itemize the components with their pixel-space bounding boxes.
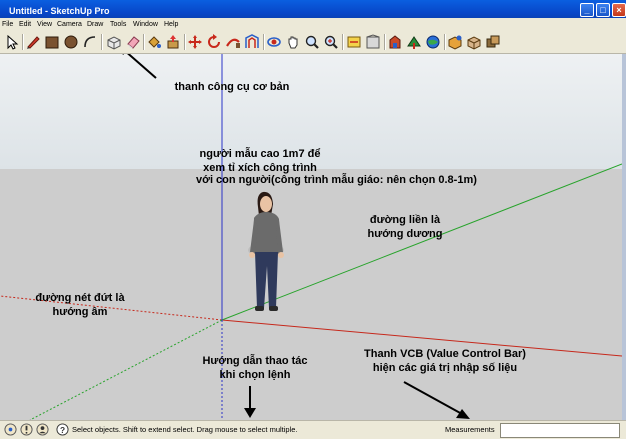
orbit-icon[interactable] bbox=[266, 34, 282, 50]
geo-location-icon[interactable] bbox=[4, 423, 17, 436]
annotation-person-1: người mẫu cao 1m7 để bbox=[199, 148, 321, 160]
get-models-icon[interactable] bbox=[425, 34, 441, 50]
svg-text:?: ? bbox=[60, 425, 65, 435]
arrow-to-vcb bbox=[403, 381, 470, 419]
close-button[interactable]: × bbox=[612, 3, 626, 17]
annotation-dashed-line-1: đường nét đứt là bbox=[35, 292, 125, 304]
status-bar: ? Select objects. Shift to extend select… bbox=[0, 420, 626, 439]
main-toolbar bbox=[0, 31, 626, 54]
section-plane-icon[interactable] bbox=[346, 34, 362, 50]
measurements-label: Measurements bbox=[445, 425, 495, 434]
layout-icon[interactable] bbox=[466, 34, 482, 50]
push-pull-icon[interactable] bbox=[165, 34, 181, 50]
pan-icon[interactable] bbox=[285, 34, 301, 50]
arc-icon[interactable] bbox=[82, 34, 98, 50]
window-title: Untitled - SketchUp Pro bbox=[9, 6, 110, 16]
annotation-vcb-1: Thanh VCB (Value Control Bar) bbox=[364, 348, 526, 360]
paint-bucket-icon[interactable] bbox=[146, 34, 162, 50]
annotation-hint-1: Hướng dẫn thao tác bbox=[202, 355, 308, 367]
toolbar-separator bbox=[143, 34, 145, 50]
menu-edit[interactable]: Edit bbox=[19, 18, 31, 31]
toolbar-separator bbox=[444, 34, 446, 50]
minimize-button[interactable]: _ bbox=[580, 3, 594, 17]
rotate-icon[interactable] bbox=[206, 34, 222, 50]
menu-view[interactable]: View bbox=[37, 18, 52, 31]
annotation-solid-line-1: đường liền là bbox=[369, 214, 441, 226]
sketchup-window: Untitled - SketchUp Pro _ □ × File Edit … bbox=[0, 0, 626, 439]
share-model-icon[interactable] bbox=[406, 34, 422, 50]
select-icon[interactable] bbox=[4, 34, 20, 50]
menu-draw[interactable]: Draw bbox=[87, 18, 103, 31]
extension-warehouse-icon[interactable] bbox=[447, 34, 463, 50]
offset-icon[interactable] bbox=[244, 34, 260, 50]
annotation-toolbar-note: thanh công cụ cơ bản bbox=[174, 81, 290, 93]
menu-bar: File Edit View Camera Draw Tools Window … bbox=[0, 18, 626, 31]
3d-warehouse-icon[interactable] bbox=[365, 34, 381, 50]
move-icon[interactable] bbox=[187, 34, 203, 50]
annotation-dashed-line-2: hướng âm bbox=[52, 306, 108, 318]
toolbar-separator bbox=[342, 34, 344, 50]
make-component-icon[interactable] bbox=[106, 34, 122, 50]
follow-me-icon[interactable] bbox=[225, 34, 241, 50]
menu-file[interactable]: File bbox=[2, 18, 13, 31]
annotation-solid-line-2: hướng dương bbox=[367, 228, 443, 240]
toolbar-separator bbox=[101, 34, 103, 50]
annotation-hint-2: khi chọn lệnh bbox=[219, 369, 291, 381]
annotation-person-3: với con người(công trình mẫu giáo: nên c… bbox=[196, 174, 477, 186]
credits-icon[interactable] bbox=[20, 423, 33, 436]
menu-window[interactable]: Window bbox=[133, 18, 158, 31]
status-message: Select objects. Shift to extend select. … bbox=[72, 425, 298, 434]
toolbar-separator bbox=[184, 34, 186, 50]
component-options-icon[interactable] bbox=[485, 34, 501, 50]
google-earth-icon[interactable] bbox=[387, 34, 403, 50]
toolbar-separator bbox=[263, 34, 265, 50]
rectangle-icon[interactable] bbox=[44, 34, 60, 50]
maximize-button[interactable]: □ bbox=[596, 3, 610, 17]
eraser-icon[interactable] bbox=[125, 34, 141, 50]
zoom-extents-icon[interactable] bbox=[323, 34, 339, 50]
zoom-icon[interactable] bbox=[304, 34, 320, 50]
arrow-to-status bbox=[244, 386, 256, 418]
3d-viewport[interactable]: thanh công cụ cơ bản người mẫu cao 1m7 đ… bbox=[0, 54, 622, 420]
viewport-frame bbox=[622, 54, 626, 420]
toolbar-separator bbox=[384, 34, 386, 50]
menu-camera[interactable]: Camera bbox=[57, 18, 82, 31]
help-icon[interactable]: ? bbox=[56, 423, 69, 436]
menu-tools[interactable]: Tools bbox=[110, 18, 126, 31]
toolbar-separator bbox=[22, 34, 24, 50]
menu-help[interactable]: Help bbox=[164, 18, 178, 31]
circle-icon[interactable] bbox=[63, 34, 79, 50]
arrow-to-toolbar bbox=[122, 54, 157, 79]
user-icon[interactable] bbox=[36, 423, 49, 436]
pencil-icon[interactable] bbox=[25, 34, 41, 50]
measurements-input[interactable] bbox=[500, 423, 620, 438]
annotation-vcb-2: hiện các giá trị nhập số liệu bbox=[372, 362, 518, 374]
